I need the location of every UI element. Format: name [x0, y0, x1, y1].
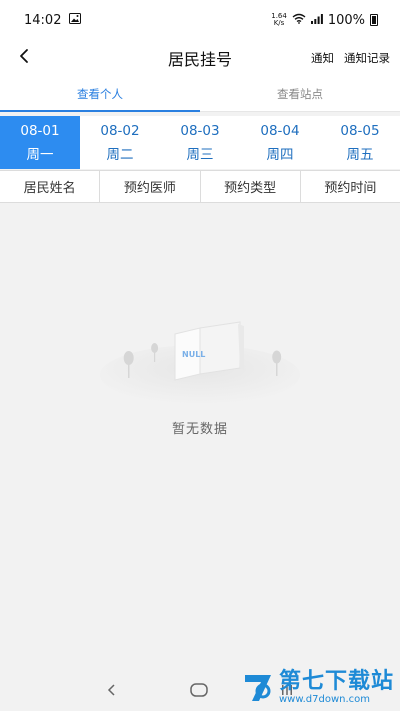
header-actions: 通知 通知记录 [311, 40, 390, 76]
battery-icon [370, 14, 378, 26]
illustration-label: NULL [182, 350, 205, 359]
watermark: 第七下载站 www.d7down.com [241, 669, 394, 707]
tab-station[interactable]: 查看站点 [200, 76, 400, 111]
watermark-logo-icon [241, 669, 275, 707]
status-right: 1.64 K/s 100% [271, 13, 378, 28]
date-label: 08-05 [340, 122, 380, 139]
status-time: 14:02 [24, 12, 62, 28]
view-tabs: 查看个人 查看站点 [0, 76, 400, 112]
date-item-0801[interactable]: 08-01 周一 [0, 116, 80, 169]
notify-history-button[interactable]: 通知记录 [344, 50, 390, 66]
date-item-0805[interactable]: 08-05 周五 [320, 116, 400, 169]
screen: 14:02 1.64 K/s 100% 居民挂号 通知 通知记录 查看个人 查看… [0, 0, 400, 711]
date-item-0803[interactable]: 08-03 周三 [160, 116, 240, 169]
signal-icon [310, 13, 323, 28]
date-strip: 08-01 周一 08-02 周二 08-03 周三 08-04 周四 08-0… [0, 116, 400, 169]
column-resident-name: 居民姓名 [0, 171, 101, 202]
net-speed: 1.64 K/s [271, 13, 287, 27]
watermark-url: www.d7down.com [278, 694, 371, 705]
watermark-text: 第七下载站 www.d7down.com [279, 670, 394, 706]
nav-home-icon[interactable] [190, 682, 208, 701]
weekday-label: 周四 [266, 146, 294, 163]
nav-back-icon[interactable] [106, 682, 118, 701]
back-button[interactable] [10, 44, 38, 72]
date-label: 08-01 [20, 122, 60, 139]
date-label: 08-02 [100, 122, 140, 139]
net-speed-unit: K/s [273, 19, 285, 27]
gallery-icon [69, 12, 82, 28]
wifi-icon [292, 13, 306, 28]
date-label: 08-03 [180, 122, 220, 139]
column-type: 预约类型 [201, 171, 301, 202]
column-doctor: 预约医师 [100, 171, 201, 202]
date-item-0804[interactable]: 08-04 周四 [240, 116, 320, 169]
weekday-label: 周三 [186, 146, 214, 163]
status-left: 14:02 [24, 12, 82, 28]
date-label: 08-04 [260, 122, 300, 139]
header: 居民挂号 通知 通知记录 [0, 40, 400, 76]
weekday-label: 周五 [346, 146, 374, 163]
empty-state: NULL 暂无数据 [0, 290, 400, 437]
empty-illustration: NULL [100, 321, 300, 405]
chevron-left-icon [18, 48, 30, 68]
notify-button[interactable]: 通知 [311, 50, 334, 66]
weekday-label: 周一 [26, 146, 54, 163]
watermark-main: 第七下载站 [278, 669, 394, 694]
empty-message: 暂无数据 [171, 422, 228, 437]
table-header: 居民姓名 预约医师 预约类型 预约时间 [0, 170, 400, 203]
battery-text: 100% [327, 12, 365, 28]
date-item-0802[interactable]: 08-02 周二 [80, 116, 160, 169]
weekday-label: 周二 [106, 146, 134, 163]
column-time: 预约时间 [324, 181, 377, 196]
status-bar: 14:02 1.64 K/s 100% [0, 0, 400, 40]
tab-personal[interactable]: 查看个人 [0, 76, 200, 112]
